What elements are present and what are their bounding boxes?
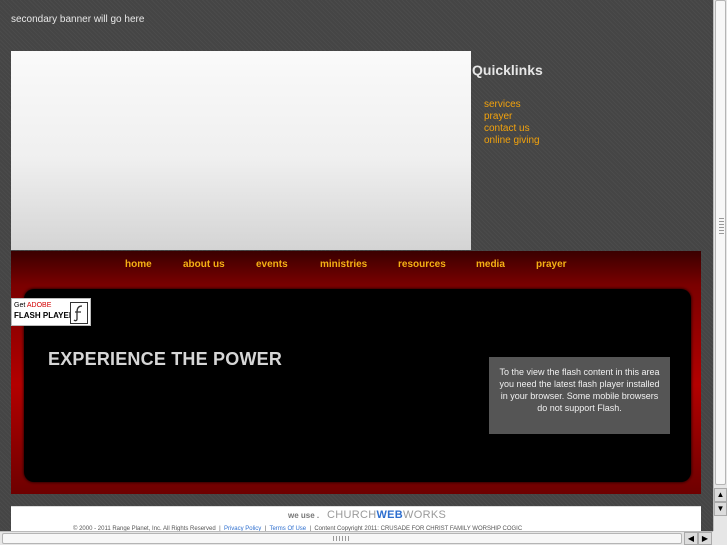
nav-about-us[interactable]: about us — [183, 259, 225, 270]
arrow-up-icon[interactable]: ▲ — [714, 488, 727, 502]
get-flash-player-badge[interactable]: Get ADOBE FLASH PLAYER — [11, 298, 91, 326]
logo-web: WEB — [376, 509, 404, 521]
secondary-banner: secondary banner will go here — [11, 14, 145, 25]
nav-events[interactable]: events — [256, 259, 288, 270]
horizontal-scroll-thumb[interactable] — [2, 533, 682, 544]
quicklink-prayer[interactable]: prayer — [484, 111, 540, 123]
flash-f-icon — [70, 302, 88, 324]
logo-church: CHURCH — [327, 509, 377, 521]
flash-required-message: To the view the flash content in this ar… — [489, 357, 670, 434]
arrow-right-icon[interactable]: ▶ — [698, 532, 712, 545]
vertical-scroll-thumb[interactable] — [715, 0, 726, 485]
quicklinks-list: services prayer contact us online giving — [484, 99, 540, 147]
quicklink-services[interactable]: services — [484, 99, 540, 111]
quicklink-contact-us[interactable]: contact us — [484, 123, 540, 135]
nav-prayer[interactable]: prayer — [536, 259, 567, 270]
logo-works: WORKS — [403, 509, 447, 521]
adobe-label: ADOBE — [26, 302, 52, 309]
hero-headline: EXPERIENCE THE POWER — [48, 349, 283, 369]
vertical-scrollbar[interactable]: ▲ ▼ — [713, 0, 727, 531]
horizontal-grip-icon — [333, 536, 349, 541]
we-use-label: we use . — [288, 511, 320, 520]
quicklinks-title: Quicklinks — [472, 62, 543, 78]
nav-resources[interactable]: resources — [398, 259, 446, 270]
get-label: Get — [14, 302, 26, 309]
nav-ministries[interactable]: ministries — [320, 259, 367, 270]
arrow-down-icon[interactable]: ▼ — [714, 502, 727, 516]
quicklink-online-giving[interactable]: online giving — [484, 135, 540, 147]
nav-media[interactable]: media — [476, 259, 505, 270]
arrow-left-icon[interactable]: ◀ — [684, 532, 698, 545]
footer: we use . CHURCHWEBWORKS © 2000 - 2011 Ra… — [11, 506, 701, 532]
nav-home[interactable]: home — [125, 259, 152, 270]
churchwebworks-logo[interactable]: CHURCHWEBWORKS — [327, 509, 446, 521]
vertical-grip-icon — [719, 218, 724, 234]
horizontal-scrollbar[interactable]: ◀ ▶ — [0, 531, 713, 545]
scrollbar-corner — [713, 531, 727, 545]
hero-image-area — [11, 51, 471, 250]
